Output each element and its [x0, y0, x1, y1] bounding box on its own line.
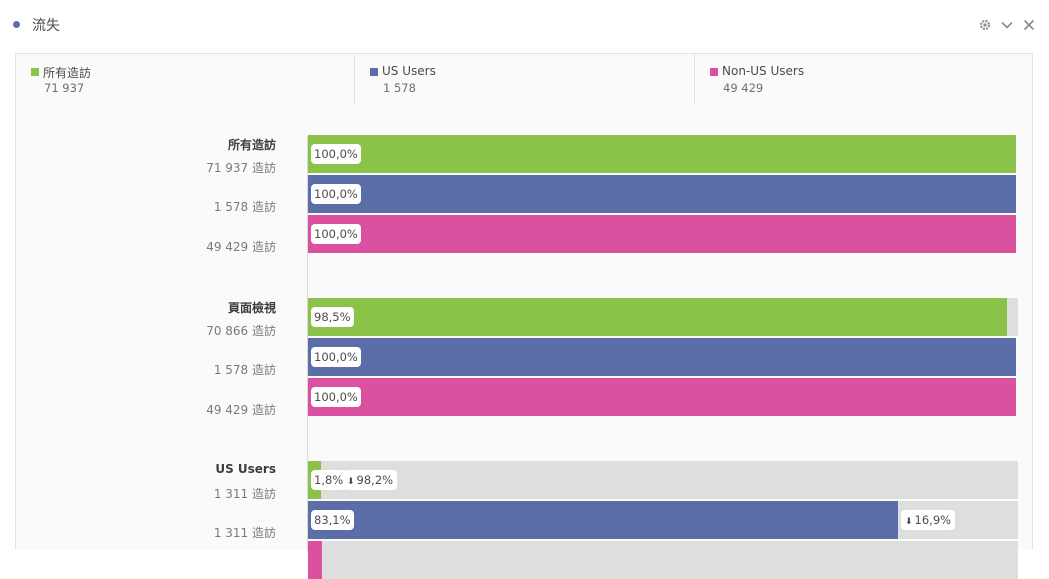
bar-percent-label: 100,0% [311, 224, 361, 244]
bar-percent-label: 98,5% [311, 307, 354, 327]
step-visit-count: 70 866 造訪 [206, 324, 276, 338]
bar-percent-label: 100,0% [311, 387, 361, 407]
fallout-panel: 流失 所有造訪 71 937 US Users 1 578 Non-US Use… [0, 0, 1049, 579]
step-label[interactable]: 頁面檢視 [228, 299, 276, 316]
gear-icon[interactable] [979, 16, 991, 31]
bar[interactable] [308, 135, 1016, 173]
bar[interactable] [308, 215, 1016, 253]
fallout-percent-label: ⬇ 16,9% [901, 510, 956, 530]
bar-track[interactable]: 100,0% [308, 338, 1016, 376]
bar-percent-label: 83,1% [311, 510, 354, 530]
bar-track[interactable] [308, 541, 1018, 579]
panel-header-icons [979, 16, 1035, 31]
step-label[interactable]: US Users [215, 462, 276, 476]
bar[interactable] [308, 541, 322, 579]
bar-track[interactable]: 100,0% [308, 135, 1016, 173]
panel-status-dot [13, 21, 20, 28]
bar-track[interactable]: 83,1% ⬇ 16,9% [308, 501, 1018, 539]
bar-percent-label: 100,0% [311, 347, 361, 367]
bar-track[interactable]: 100,0% [308, 175, 1016, 213]
bar-track[interactable]: 1,8% ⬇ 98,2% [308, 461, 1018, 499]
bar[interactable] [308, 338, 1016, 376]
bar-percent-label: 100,0% [311, 184, 361, 204]
bar[interactable] [308, 298, 1007, 336]
step-visit-count: 49 429 造訪 [206, 403, 276, 417]
arrow-down-icon: ⬇ [347, 477, 355, 487]
panel-header: 流失 [0, 0, 1049, 50]
bar-track[interactable]: 100,0% [308, 378, 1016, 416]
fallout-percent-value: 98,2% [356, 473, 394, 487]
fallout-content: 所有造訪 71 937 US Users 1 578 Non-US Users … [15, 53, 1033, 579]
step-visit-count: 1 311 造訪 [213, 526, 276, 540]
bar[interactable] [308, 501, 898, 539]
bar-track[interactable]: 98,5% [308, 298, 1018, 336]
step-visit-count: 71 937 造訪 [206, 161, 276, 175]
bar-track[interactable]: 100,0% [308, 215, 1016, 253]
bar[interactable] [308, 378, 1016, 416]
chevron-down-icon[interactable] [1001, 16, 1013, 29]
step-visit-count: 1 578 造訪 [213, 200, 276, 214]
close-icon[interactable] [1023, 16, 1035, 31]
step-label[interactable]: 所有造訪 [228, 136, 276, 153]
bar[interactable] [308, 175, 1016, 213]
fallout-percent-value: 16,9% [914, 513, 952, 527]
arrow-down-icon: ⬇ [905, 517, 913, 527]
fallout-percent-label: ⬇ 98,2% [343, 470, 398, 490]
step-visit-count: 1 311 造訪 [213, 487, 276, 501]
fallout-chart: 所有造訪 71 937 造訪 100,0% 1 578 造訪 100,0% 49 429 … [16, 54, 1032, 579]
bar-percent-label: 1,8% [311, 470, 347, 490]
step-visit-count: 49 429 造訪 [206, 240, 276, 254]
bar-percent-label: 100,0% [311, 144, 361, 164]
step-visit-count: 1 578 造訪 [213, 363, 276, 377]
panel-title[interactable]: 流失 [32, 15, 60, 35]
